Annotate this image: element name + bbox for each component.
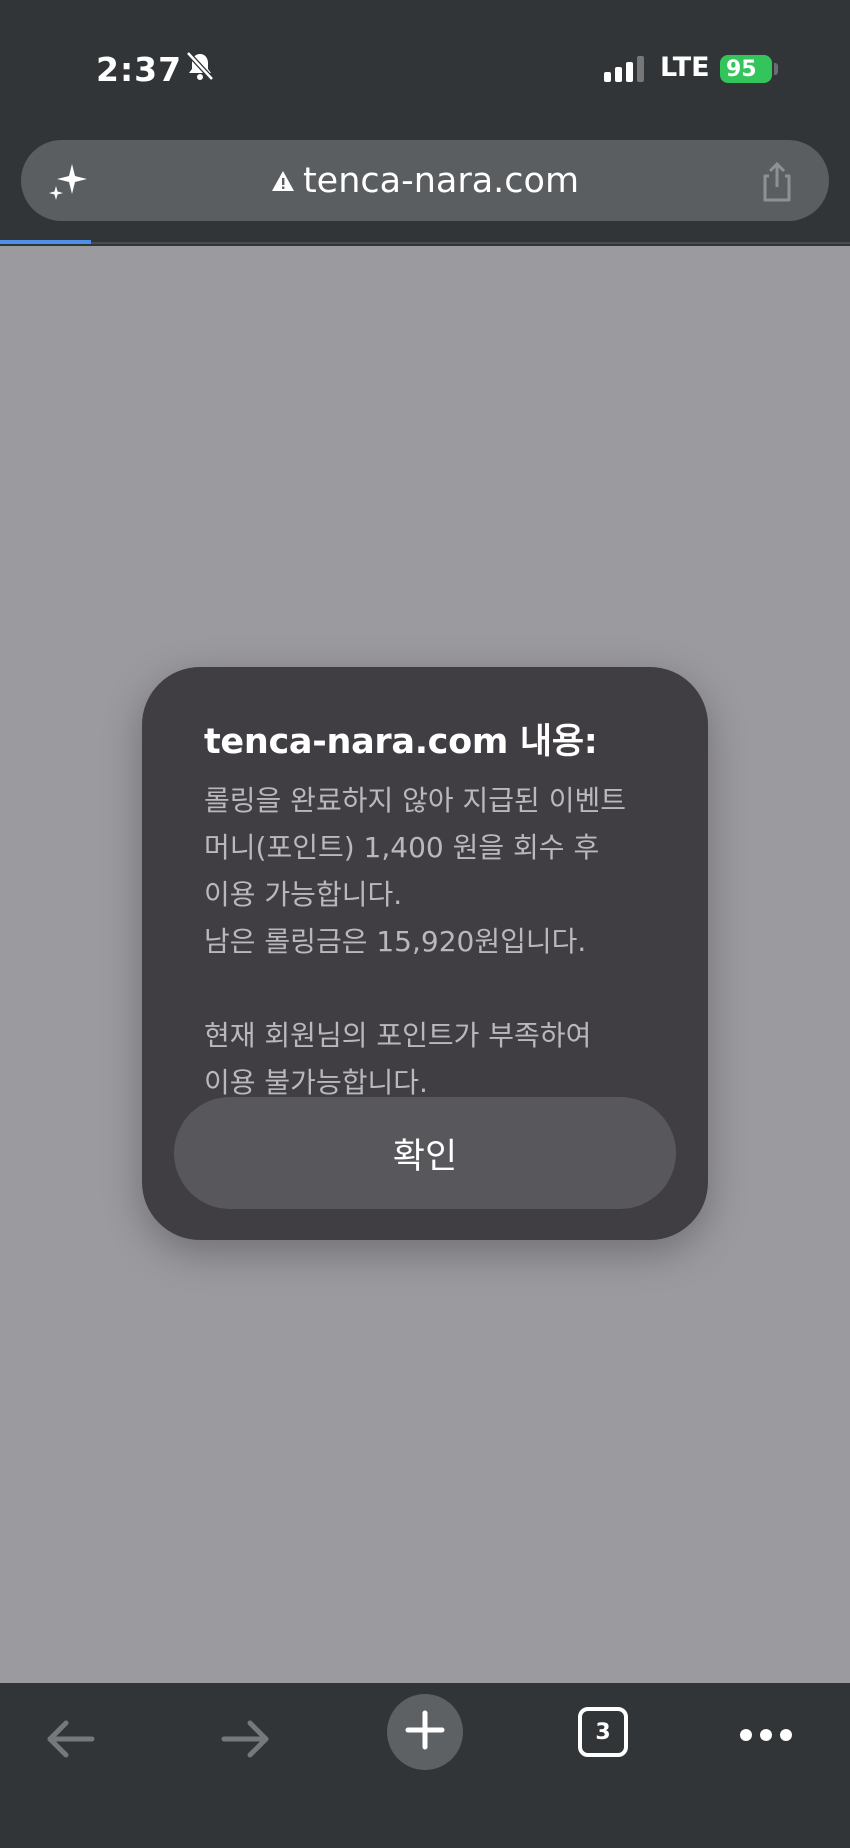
share-icon[interactable] <box>757 160 797 208</box>
top-chrome: 2:37 LTE 95 tenca-nara.com <box>0 0 850 246</box>
page-load-progress <box>0 240 91 244</box>
more-icon[interactable] <box>740 1727 792 1746</box>
battery-tip <box>774 63 778 75</box>
dialog-title: tenca-nara.com 내용: <box>204 722 598 762</box>
progress-track <box>0 242 850 244</box>
forward-arrow-icon[interactable] <box>220 1717 272 1765</box>
alert-dialog: tenca-nara.com 내용: 롤링을 완료하지 않아 지급된 이벤트 머… <box>142 667 708 1240</box>
battery-level: 95 <box>726 56 757 82</box>
dialog-message-line: 현재 회원님의 포인트가 부족하여 <box>204 1019 592 1052</box>
bell-slash-icon <box>184 50 216 86</box>
dialog-message: 롤링을 완료하지 않아 지급된 이벤트 머니(포인트) 1,400 원을 회수 … <box>204 777 664 1106</box>
bottom-toolbar: 3 <box>0 1683 850 1848</box>
dialog-message-line: 롤링을 완료하지 않아 지급된 이벤트 <box>204 784 627 817</box>
dialog-message-line: 남은 롤링금은 15,920원입니다. <box>204 925 587 958</box>
battery-indicator: 95 <box>720 55 772 83</box>
ok-button[interactable]: 확인 <box>174 1097 676 1209</box>
status-time: 2:37 <box>96 50 183 89</box>
url-display[interactable]: tenca-nara.com <box>21 140 829 221</box>
ok-button-label: 확인 <box>392 1136 458 1177</box>
new-tab-button[interactable] <box>387 1694 463 1770</box>
network-type: LTE <box>660 52 710 83</box>
dialog-message-line: 이용 가능합니다. <box>204 878 403 911</box>
tab-count: 3 <box>595 1719 611 1745</box>
address-bar[interactable]: tenca-nara.com <box>21 140 829 221</box>
dialog-message-line: 머니(포인트) 1,400 원을 회수 후 <box>204 831 600 864</box>
back-arrow-icon[interactable] <box>44 1717 96 1765</box>
tab-switcher-button[interactable]: 3 <box>578 1707 628 1757</box>
warning-icon <box>271 170 295 192</box>
url-text: tenca-nara.com <box>302 160 580 201</box>
plus-icon <box>405 1710 445 1754</box>
signal-icon <box>604 56 648 86</box>
dialog-message-spacer <box>204 965 664 1012</box>
